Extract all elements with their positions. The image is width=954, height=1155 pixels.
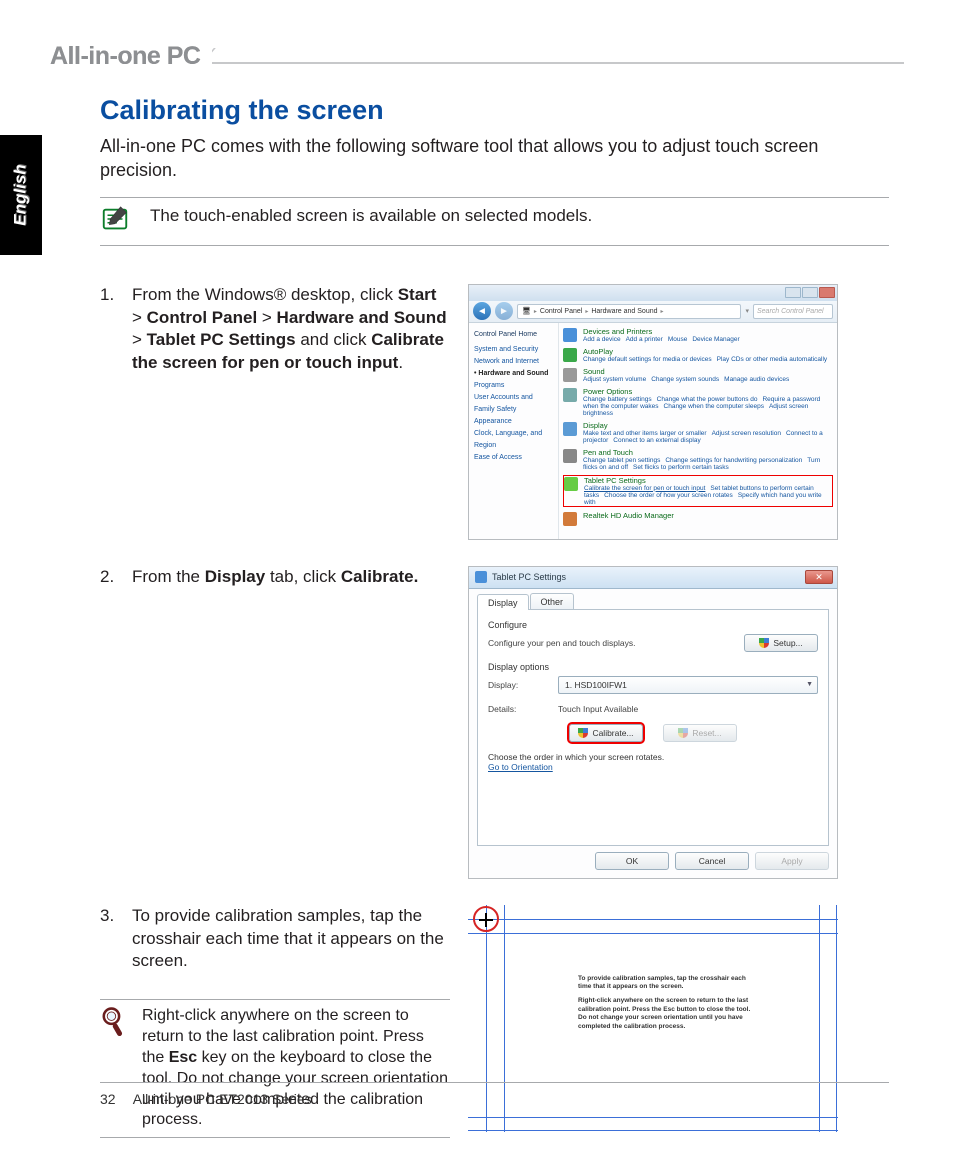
minimize-button[interactable]: [785, 287, 801, 298]
close-button[interactable]: ✕: [805, 570, 833, 584]
cancel-button[interactable]: Cancel: [675, 852, 749, 870]
sidebar-item[interactable]: Network and Internet: [474, 356, 553, 368]
sidebar-item[interactable]: Programs: [474, 380, 553, 392]
magnifier-icon: [100, 1006, 128, 1131]
section-title: Calibrating the screen: [100, 95, 889, 126]
screenshot-calibration: To provide calibration samples, tap the …: [468, 905, 838, 1132]
navbar: ◄ ► 🖥 ▸ Control Panel ▸ Hardware and Sou…: [469, 301, 837, 323]
details-value: Touch Input Available: [558, 704, 818, 714]
header-ribbon: All-in-one PC: [50, 48, 904, 76]
control-panel-main: Devices and PrintersAdd a deviceAdd a pr…: [559, 323, 837, 539]
dialog-title: Tablet PC Settings: [492, 572, 566, 582]
control-panel-sidebar: Control Panel Home System and Security N…: [469, 323, 559, 539]
display-dropdown[interactable]: 1. HSD100IFW1▼: [558, 676, 818, 694]
breadcrumb-icon: 🖥: [522, 307, 531, 315]
language-label: English: [11, 164, 31, 225]
ok-button[interactable]: OK: [595, 852, 669, 870]
rotate-text: Choose the order in which your screen ro…: [488, 752, 818, 762]
tab-strip: Display Other: [477, 593, 829, 610]
shield-icon: [678, 728, 688, 738]
details-label: Details:: [488, 704, 548, 714]
step-body: From the Windows® desktop, click Start >…: [132, 284, 450, 376]
screenshot-tablet-pc-settings: Tablet PC Settings ✕ Display Other Confi…: [468, 566, 838, 879]
sidebar-item[interactable]: • Hardware and Sound: [474, 368, 553, 380]
apply-button[interactable]: Apply: [755, 852, 829, 870]
footer-rule: [100, 1082, 889, 1083]
close-button[interactable]: [819, 287, 835, 298]
back-button[interactable]: ◄: [473, 302, 491, 320]
page-number: 32: [100, 1091, 116, 1107]
sidebar-item[interactable]: System and Security: [474, 344, 553, 356]
series-label: All-in-one PC ET2013 Series: [133, 1091, 312, 1107]
tip-text: Right-click anywhere on the screen to re…: [142, 1006, 450, 1131]
header-text: All-in-one PC: [50, 42, 212, 71]
chevron-down-icon: ▼: [806, 681, 813, 688]
breadcrumb[interactable]: 🖥 ▸ Control Panel ▸ Hardware and Sound ▸: [517, 304, 741, 319]
sidebar-item[interactable]: Ease of Access: [474, 452, 553, 464]
window-titlebar: [469, 285, 837, 301]
configure-desc: Configure your pen and touch displays.: [488, 638, 734, 648]
reset-button[interactable]: Reset...: [663, 724, 737, 742]
note-icon: [100, 204, 130, 239]
step-body: From the Display tab, click Calibrate.: [132, 566, 450, 589]
tab-panel: Configure Configure your pen and touch d…: [477, 610, 829, 846]
step-number: 1.: [100, 284, 116, 376]
crosshair-highlight: [473, 906, 499, 932]
dialog-icon: [475, 571, 487, 583]
sidebar-item[interactable]: Clock, Language, and Region: [474, 428, 553, 452]
page-footer: 32 All-in-one PC ET2013 Series: [100, 1091, 312, 1107]
step-1: 1. From the Windows® desktop, click Star…: [100, 284, 889, 540]
note-box: The touch-enabled screen is available on…: [100, 197, 889, 246]
forward-button[interactable]: ►: [495, 302, 513, 320]
step-body: To provide calibration samples, tap the …: [132, 905, 450, 974]
calibration-overlay-text: To provide calibration samples, tap the …: [578, 975, 758, 1038]
sidebar-item[interactable]: User Accounts and Family Safety: [474, 392, 553, 416]
step-number: 2.: [100, 566, 116, 589]
display-label: Display:: [488, 680, 548, 690]
sidebar-item[interactable]: Appearance: [474, 416, 553, 428]
calibrate-button[interactable]: Calibrate...: [569, 724, 643, 742]
maximize-button[interactable]: [802, 287, 818, 298]
intro-text: All-in-one PC comes with the following s…: [100, 134, 889, 183]
dialog-titlebar: Tablet PC Settings ✕: [469, 567, 837, 589]
search-input[interactable]: Search Control Panel: [753, 304, 833, 319]
tip-box: Right-click anywhere on the screen to re…: [100, 999, 450, 1138]
tab-other[interactable]: Other: [530, 593, 575, 609]
step-number: 3.: [100, 905, 116, 974]
tab-display[interactable]: Display: [477, 594, 529, 610]
display-options-label: Display options: [488, 662, 818, 672]
shield-icon: [578, 728, 588, 738]
note-text: The touch-enabled screen is available on…: [150, 204, 592, 226]
sidebar-header[interactable]: Control Panel Home: [474, 329, 553, 341]
shield-icon: [759, 638, 769, 648]
goto-orientation-link[interactable]: Go to Orientation: [488, 762, 818, 772]
screenshot-control-panel: ◄ ► 🖥 ▸ Control Panel ▸ Hardware and Sou…: [468, 284, 838, 540]
step-2: 2. From the Display tab, click Calibrate…: [100, 566, 889, 879]
configure-label: Configure: [488, 620, 818, 630]
setup-button[interactable]: Setup...: [744, 634, 818, 652]
language-tab: English: [0, 135, 42, 255]
